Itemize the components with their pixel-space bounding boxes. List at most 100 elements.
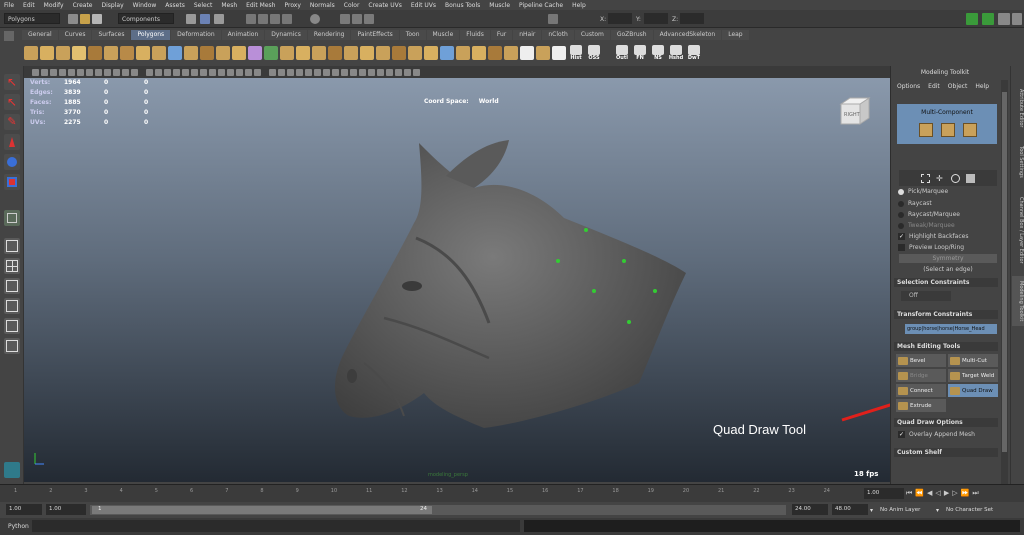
panel-toolbar-icon[interactable] xyxy=(254,68,261,76)
render-settings-icon[interactable] xyxy=(364,14,374,24)
lasso-tool-icon[interactable]: ↖ xyxy=(4,94,20,110)
face-mode-icon[interactable] xyxy=(963,123,977,137)
shelf-tool-icon[interactable] xyxy=(264,46,278,60)
raycast-marquee-option[interactable]: Raycast/Marquee xyxy=(898,211,960,218)
custom-shelf-header[interactable]: Custom Shelf xyxy=(894,448,998,457)
shelf-tool-icon[interactable] xyxy=(344,46,358,60)
menu-pipeline-cache[interactable]: Pipeline Cache xyxy=(519,2,563,9)
tab-channel-box[interactable]: Channel Box / Layer Editor xyxy=(1012,188,1024,272)
absolute-transform-icon[interactable] xyxy=(548,14,558,24)
shelf-tool-icon[interactable] xyxy=(248,46,262,60)
rotate-tool-icon[interactable] xyxy=(4,154,20,170)
snap-point-icon[interactable] xyxy=(270,14,280,24)
menu-muscle[interactable]: Muscle xyxy=(489,2,510,9)
select-hierarchy-icon[interactable] xyxy=(186,14,196,24)
shelf-tool-icon[interactable] xyxy=(456,46,470,60)
tab-polygons[interactable]: Polygons xyxy=(131,30,171,40)
connect-button[interactable]: Connect xyxy=(896,384,946,397)
panel-toolbar-icon[interactable] xyxy=(413,68,420,76)
panel-toolbar-icon[interactable] xyxy=(104,68,111,76)
tab-dynamics[interactable]: Dynamics xyxy=(265,30,307,40)
panel-toolbar-icon[interactable] xyxy=(41,68,48,76)
quad-draw-options-header[interactable]: Quad Draw Options xyxy=(894,418,998,427)
shelf-button-hist[interactable]: Hist xyxy=(568,45,584,61)
ipr-render-icon[interactable] xyxy=(352,14,362,24)
panel-toolbar-icon[interactable] xyxy=(278,68,285,76)
menu-create[interactable]: Create xyxy=(73,2,93,9)
character-set-dropdown[interactable]: No Character Set xyxy=(946,507,993,513)
range-slider-bar[interactable]: 1 24 xyxy=(90,505,786,515)
new-scene-icon[interactable] xyxy=(68,14,78,24)
panel-scroll-thumb[interactable] xyxy=(1002,92,1007,452)
shelf-tool-icon[interactable] xyxy=(56,46,70,60)
view-cube[interactable]: RIGHT xyxy=(838,94,872,128)
single-pane-layout-icon[interactable] xyxy=(4,238,20,254)
shelf-button-dwt[interactable]: DwT xyxy=(686,45,702,61)
animation-preferences-icon[interactable] xyxy=(4,462,20,478)
panel-toolbar-icon[interactable] xyxy=(32,68,39,76)
raycast-option[interactable]: Raycast xyxy=(898,200,932,207)
panel-toolbar-icon[interactable] xyxy=(77,68,84,76)
shelf-tool-icon[interactable] xyxy=(520,46,534,60)
edge-mode-icon[interactable] xyxy=(941,123,955,137)
step-forward-key-icon[interactable]: ⏩ xyxy=(961,489,970,498)
scale-tool-icon[interactable] xyxy=(4,174,20,190)
menu-help[interactable]: Help xyxy=(572,2,586,9)
shelf-tool-icon[interactable] xyxy=(232,46,246,60)
paint-select-tool-icon[interactable]: ✎ xyxy=(4,114,20,130)
shelf-button-outl[interactable]: Outl xyxy=(614,45,630,61)
panel-toolbar-icon[interactable] xyxy=(227,68,234,76)
menu-bonus-tools[interactable]: Bonus Tools xyxy=(445,2,480,9)
panel-toolbar-icon[interactable] xyxy=(113,68,120,76)
selection-constraints-header[interactable]: Selection Constraints xyxy=(894,278,998,287)
start-time-field[interactable]: 1.00 xyxy=(6,504,42,515)
menu-display[interactable]: Display xyxy=(102,2,124,9)
preview-loop-checkbox[interactable]: Preview Loop/Ring xyxy=(898,244,964,251)
menu-normals[interactable]: Normals xyxy=(310,2,335,9)
timeline-ticks[interactable]: 1 2 3 4 5 6 7 8 9 10 11 12 13 14 15 16 17 18 19 20 21 22 23 24 xyxy=(6,485,856,503)
shelf-tool-icon[interactable] xyxy=(328,46,342,60)
current-frame-field[interactable]: 1.00 xyxy=(864,488,904,499)
shelf-tool-icon[interactable] xyxy=(184,46,198,60)
constraint-dropdown[interactable]: Off xyxy=(901,291,951,301)
render-frame-icon[interactable] xyxy=(340,14,350,24)
command-input[interactable] xyxy=(32,520,520,532)
graph-layout-icon[interactable] xyxy=(4,278,20,294)
panel-toolbar-icon[interactable] xyxy=(68,68,75,76)
end-time-field[interactable]: 48.00 xyxy=(832,504,868,515)
panel-toolbar-icon[interactable] xyxy=(122,68,129,76)
step-back-icon[interactable]: ◀ xyxy=(927,489,932,498)
panel-toolbar-icon[interactable] xyxy=(269,68,276,76)
tab-tool-settings[interactable]: Tool Settings xyxy=(1012,140,1024,184)
pick-marquee-option[interactable]: Pick/Marquee xyxy=(898,188,948,195)
shelf-tool-icon[interactable] xyxy=(536,46,550,60)
target-weld-button[interactable]: Target Weld xyxy=(948,369,998,382)
toggle-sidebar-icon[interactable] xyxy=(966,13,978,25)
outliner-layout-icon[interactable] xyxy=(4,338,20,354)
panel-toolbar-icon[interactable] xyxy=(50,68,57,76)
command-language-label[interactable]: Python xyxy=(8,523,29,530)
symmetry-button[interactable]: Symmetry xyxy=(899,254,997,263)
last-tool-icon[interactable] xyxy=(4,210,20,226)
tab-advancedskeleton[interactable]: AdvancedSkeleton xyxy=(653,30,722,40)
panel-toolbar-icon[interactable] xyxy=(386,68,393,76)
menu-object[interactable]: Object xyxy=(948,83,968,90)
panel-toolbar-icon[interactable] xyxy=(236,68,243,76)
playback-start-field[interactable]: 1.00 xyxy=(46,504,86,515)
snap-grid-icon[interactable] xyxy=(246,14,256,24)
z-field[interactable] xyxy=(680,13,704,24)
shelf-tool-icon[interactable] xyxy=(440,46,454,60)
playback-end-field[interactable]: 24.00 xyxy=(792,504,828,515)
bridge-button[interactable]: Bridge xyxy=(896,369,946,382)
shelf-button-hshd[interactable]: Hshd xyxy=(668,45,684,61)
marquee-select-icon[interactable] xyxy=(921,173,930,183)
tab-fluids[interactable]: Fluids xyxy=(460,30,490,40)
menu-edit[interactable]: Edit xyxy=(928,83,940,90)
panel-toolbar-icon[interactable] xyxy=(377,68,384,76)
move-select-icon[interactable]: ✛ xyxy=(936,174,945,183)
menu-select[interactable]: Select xyxy=(194,2,213,9)
panel-toolbar-icon[interactable] xyxy=(218,68,225,76)
overlay-append-mesh-checkbox[interactable]: ✓ Overlay Append Mesh xyxy=(898,431,975,438)
select-component-icon[interactable] xyxy=(214,14,224,24)
reflection-icon[interactable] xyxy=(966,173,975,183)
